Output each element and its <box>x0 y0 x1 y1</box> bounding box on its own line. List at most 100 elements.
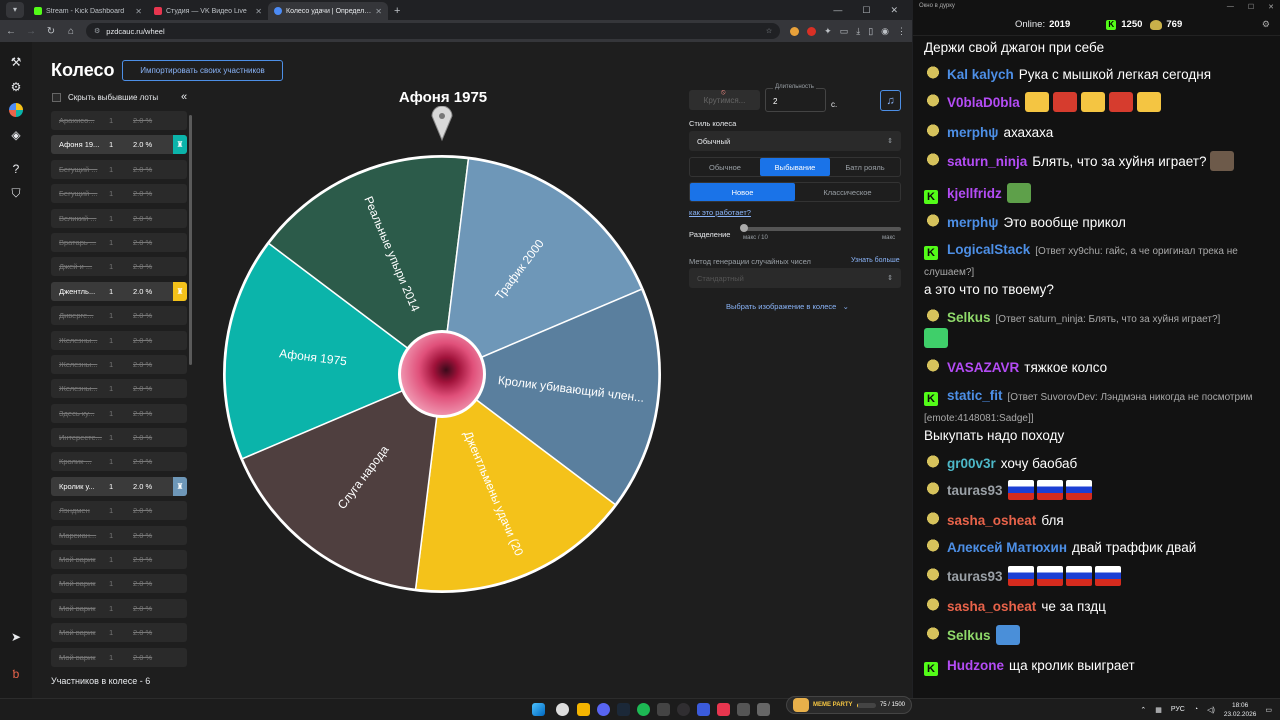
browser-icon[interactable] <box>717 703 730 716</box>
chat-nick[interactable]: kjellfridz <box>947 186 1002 201</box>
music-note-icon[interactable]: ♫ <box>880 90 901 111</box>
lot-item[interactable]: Кролик ... 1 2.0 % <box>51 452 187 472</box>
layers-icon[interactable]: ◈ <box>8 127 24 143</box>
app-icon[interactable] <box>757 703 770 716</box>
close-window-icon[interactable]: ✕ <box>1268 3 1274 11</box>
lot-item[interactable]: Арахисо... 1 2.0 % <box>51 111 187 130</box>
chat-nick[interactable]: sasha_osheat <box>947 599 1036 614</box>
close-icon[interactable]: ✕ <box>135 7 142 16</box>
close-icon[interactable]: ✕ <box>255 7 262 16</box>
collapse-icon[interactable]: « <box>181 91 187 103</box>
brand-icon[interactable]: ƅ <box>8 666 24 682</box>
lot-item[interactable]: Великий ... 1 2.0 % <box>51 208 187 228</box>
chat-nick[interactable]: V0blaD0bla <box>947 95 1020 110</box>
wheel-icon[interactable] <box>9 103 23 117</box>
chat-nick[interactable]: Kal kalych <box>947 67 1014 82</box>
settings-icon[interactable]: ⚙ <box>1262 19 1270 30</box>
checkbox[interactable] <box>52 93 61 102</box>
chat-nick[interactable]: sasha_osheat <box>947 513 1036 528</box>
forward-icon[interactable]: → <box>26 26 36 37</box>
chat-nick[interactable]: tauras93 <box>947 483 1003 498</box>
tab-search-button[interactable]: ▾ <box>6 2 24 18</box>
chat-nick[interactable]: VASAZAVR <box>947 360 1019 375</box>
volume-icon[interactable]: ◁) <box>1207 706 1215 714</box>
select-image-button[interactable]: Выбрать изображение в колесе ⌄ <box>726 302 849 311</box>
lot-list-scrollbar[interactable] <box>189 115 192 365</box>
chat-nick[interactable]: Selkus <box>947 310 991 325</box>
hide-won-toggle[interactable]: Скрыть выбывшие лоты <box>52 93 158 102</box>
lot-color-tag-icon[interactable]: ♜ <box>173 135 187 155</box>
duration-field[interactable]: Длительность 2 <box>765 84 826 112</box>
variant-option-new[interactable]: Новое <box>690 183 795 201</box>
lang-indicator[interactable]: РУС <box>1171 706 1185 713</box>
lot-item[interactable]: Здесь ку... 1 2.0 % <box>51 403 187 423</box>
maximize-icon[interactable]: ☐ <box>1248 3 1254 11</box>
chat-nick[interactable]: gr00v3r <box>947 456 996 471</box>
app-icon[interactable] <box>657 703 670 716</box>
lot-item[interactable]: Мой варик 1 2.0 % <box>51 550 187 570</box>
bookmark-star-icon[interactable]: ☆ <box>766 27 772 35</box>
lot-item[interactable]: Мой варик 1 2.0 % <box>51 574 187 594</box>
clock[interactable]: 18:06 23.02.2026 <box>1224 701 1257 719</box>
back-icon[interactable]: ← <box>6 26 16 37</box>
shield-icon[interactable]: ⛉ <box>8 185 24 201</box>
lot-item[interactable]: Вратарь ... 1 2.0 % <box>51 232 187 252</box>
close-icon[interactable]: ✕ <box>375 7 382 16</box>
app-icon[interactable] <box>737 703 750 716</box>
block-extension-icon[interactable] <box>807 26 817 36</box>
mode-option-normal[interactable]: Обычное <box>690 158 760 176</box>
close-window-icon[interactable]: ✕ <box>890 5 898 16</box>
lot-item[interactable]: Лэндмен 1 2.0 % <box>51 501 187 521</box>
tabs-icon[interactable]: ▭ <box>840 26 849 37</box>
meme-party-widget[interactable]: MEME PARTY 75 / 1500 <box>786 696 912 714</box>
chat-nick[interactable]: merphψ <box>947 215 998 230</box>
wifi-icon[interactable]: ◔ <box>1194 706 1198 713</box>
minimize-icon[interactable]: — <box>1227 3 1234 11</box>
lot-item[interactable]: Мой варик 1 2.0 % <box>51 598 187 618</box>
lot-item[interactable]: Марсиан... 1 2.0 % <box>51 525 187 545</box>
lot-item[interactable]: Железны... 1 2.0 % <box>51 354 187 374</box>
search-icon[interactable] <box>556 703 569 716</box>
lot-item[interactable]: Афоня 19... 1 2.0 % ♜ <box>51 135 187 155</box>
site-info-icon[interactable]: ⚙ <box>94 27 100 35</box>
spotify-icon[interactable] <box>637 703 650 716</box>
network-icon[interactable]: ▦ <box>1155 706 1162 714</box>
lot-item[interactable]: Джентль... 1 2.0 % ♜ <box>51 281 187 301</box>
home-icon[interactable]: ⌂ <box>66 26 76 37</box>
lot-color-tag-icon[interactable]: ♜ <box>173 476 187 496</box>
lot-item[interactable]: Железны... 1 2.0 % <box>51 330 187 350</box>
help-icon[interactable]: ? <box>8 161 24 177</box>
settings-icon[interactable]: ⚙ <box>8 79 24 95</box>
chat-nick[interactable]: LogicalStack <box>947 242 1030 257</box>
profile-icon[interactable]: ◉ <box>881 26 889 37</box>
chat-nick[interactable]: merphψ <box>947 125 998 140</box>
puzzle-icon[interactable]: ✦ <box>824 26 832 37</box>
rng-learn-more-link[interactable]: Узнать больше <box>851 257 900 264</box>
media-icon[interactable] <box>697 703 710 716</box>
lot-item[interactable]: Железны... 1 2.0 % <box>51 379 187 399</box>
chat-nick[interactable]: Алексей Матюхин <box>947 540 1067 555</box>
lot-item[interactable]: Кролик у... 1 2.0 % ♜ <box>51 476 187 496</box>
chat-nick[interactable]: tauras93 <box>947 569 1003 584</box>
lot-item[interactable]: Интересте... 1 2.0 % <box>51 428 187 448</box>
rng-select[interactable]: Стандартный ⇕ <box>689 268 901 288</box>
tab-wheel[interactable]: Колесо удачи | Определите по ✕ <box>268 2 388 20</box>
mode-option-elimination[interactable]: Выбывание <box>760 158 830 176</box>
download-icon[interactable]: ⤓ <box>856 26 860 37</box>
wheel[interactable]: Афоня 1975Реальные упыри 2014 Трафик 2000… <box>222 154 662 594</box>
gavel-icon[interactable]: ⚒ <box>8 54 24 70</box>
chat-nick[interactable]: saturn_ninja <box>947 154 1027 169</box>
steam-icon[interactable] <box>617 703 630 716</box>
variant-option-classic[interactable]: Классическое <box>795 183 900 201</box>
split-icon[interactable]: ▯ <box>868 26 873 37</box>
chat-nick[interactable]: Hudzone <box>947 658 1004 673</box>
discord-icon[interactable] <box>597 703 610 716</box>
split-slider-handle[interactable] <box>740 224 748 232</box>
import-participants-button[interactable]: Импортировать своих участников <box>122 60 283 81</box>
chevron-up-icon[interactable]: ⌃ <box>1140 706 1146 714</box>
tab-vk[interactable]: Студия — VK Видео Live ✕ <box>148 2 268 20</box>
how-it-works-link[interactable]: как это работает? <box>689 208 751 217</box>
lot-item[interactable]: Бегущий ... 1 2.0 % <box>51 184 187 204</box>
style-select[interactable]: Обычный ⇕ <box>689 131 901 151</box>
tab-kick[interactable]: Stream - Kick Dashboard ✕ <box>28 2 148 20</box>
